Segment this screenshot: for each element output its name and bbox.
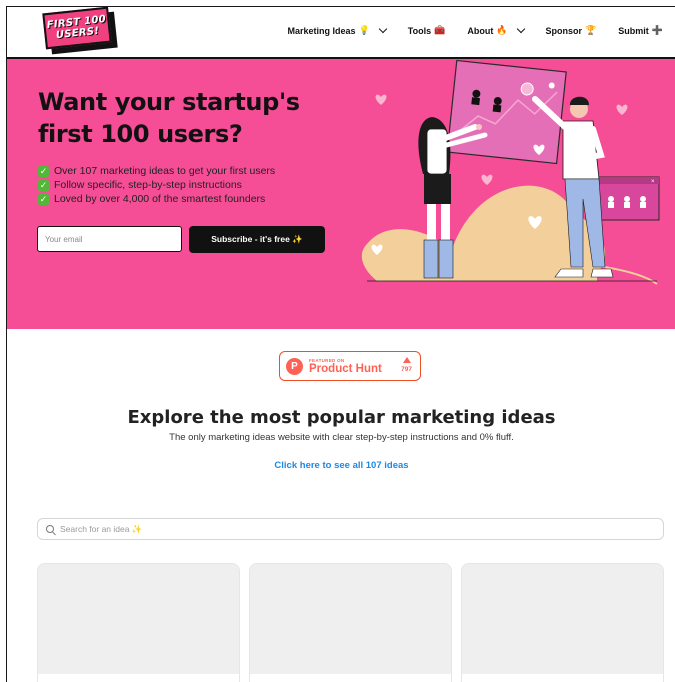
upvote-arrow-icon (402, 357, 411, 363)
bullet-item: ✓ Loved by over 4,000 of the smartest fo… (38, 192, 275, 206)
nav-label: Marketing Ideas (287, 25, 356, 36)
checkmark-icon: ✓ (38, 165, 49, 177)
bullet-text: Follow specific, step-by-step instructio… (54, 179, 242, 191)
chevron-down-icon[interactable] (516, 24, 525, 33)
nav-item-submit[interactable]: Submit ➕ (618, 25, 663, 36)
nav-label: Tools (407, 25, 432, 36)
logo[interactable]: FIRST 100 USERS! (42, 7, 118, 55)
page-frame: FIRST 100 USERS! Marketing Ideas 💡 Tools… (6, 6, 675, 682)
site-header: FIRST 100 USERS! Marketing Ideas 💡 Tools… (7, 7, 675, 59)
vote-count: 797 (401, 366, 412, 373)
plus-icon: ➕ (651, 25, 663, 35)
section-subtitle: The only marketing ideas website with cl… (169, 432, 514, 443)
upvote-count: 797 (401, 357, 412, 373)
search-input[interactable]: Search for an idea ✨ (60, 524, 142, 535)
card-footer (38, 674, 239, 682)
trophy-icon: 🏆 (585, 25, 597, 35)
bullet-item: ✓ Follow specific, step-by-step instruct… (38, 178, 275, 192)
hero-title: Want your startup's first 100 users? (38, 88, 300, 148)
nav-item-tools[interactable]: Tools 🧰 (408, 25, 446, 36)
checkmark-icon: ✓ (38, 179, 49, 191)
product-hunt-text: FEATURED ON Product Hunt (309, 358, 382, 375)
nav-item-about[interactable]: About 🔥 (467, 24, 525, 36)
nav-label: Submit (618, 25, 649, 36)
product-hunt-name: Product Hunt (309, 362, 382, 375)
bullet-text: Loved by over 4,000 of the smartest foun… (54, 193, 266, 205)
card-footer (462, 674, 663, 682)
bullet-text: Over 107 marketing ideas to get your fir… (54, 165, 276, 177)
toolbox-icon: 🧰 (434, 25, 446, 35)
card-footer (250, 674, 451, 682)
logo-box: FIRST 100 USERS! (42, 7, 112, 50)
section-title: Explore the most popular marketing ideas (127, 407, 556, 428)
subscribe-button[interactable]: Subscribe - it's free ✨ (189, 226, 325, 253)
nav-item-sponsor[interactable]: Sponsor 🏆 (546, 25, 597, 36)
product-hunt-badge[interactable]: P FEATURED ON Product Hunt 797 (279, 351, 421, 381)
search-icon (46, 525, 54, 533)
lightbulb-icon: 💡 (358, 25, 370, 35)
idea-card[interactable] (249, 563, 452, 682)
idea-card[interactable] (37, 563, 240, 682)
see-all-ideas-link[interactable]: Click here to see all 107 ideas (7, 460, 675, 471)
hero-illustration: × (361, 59, 660, 285)
chevron-down-icon[interactable] (378, 24, 388, 33)
nav-label: About (467, 25, 494, 36)
fire-icon: 🔥 (496, 25, 508, 35)
bullet-item: ✓ Over 107 marketing ideas to get your f… (38, 164, 275, 178)
product-hunt-logo-icon: P (286, 357, 303, 375)
email-input[interactable] (37, 226, 182, 252)
main-nav: Marketing Ideas 💡 Tools 🧰 About 🔥 Sponso… (266, 24, 663, 36)
hero-section: Want your startup's first 100 users? ✓ O… (7, 59, 675, 329)
nav-label: Sponsor (545, 25, 583, 36)
nav-item-marketing-ideas[interactable]: Marketing Ideas 💡 (287, 24, 388, 36)
checkmark-icon: ✓ (38, 193, 49, 205)
svg-text:×: × (651, 179, 655, 185)
idea-card[interactable] (461, 563, 664, 682)
hero-bullets: ✓ Over 107 marketing ideas to get your f… (38, 164, 275, 206)
search-bar[interactable]: Search for an idea ✨ (37, 518, 664, 540)
